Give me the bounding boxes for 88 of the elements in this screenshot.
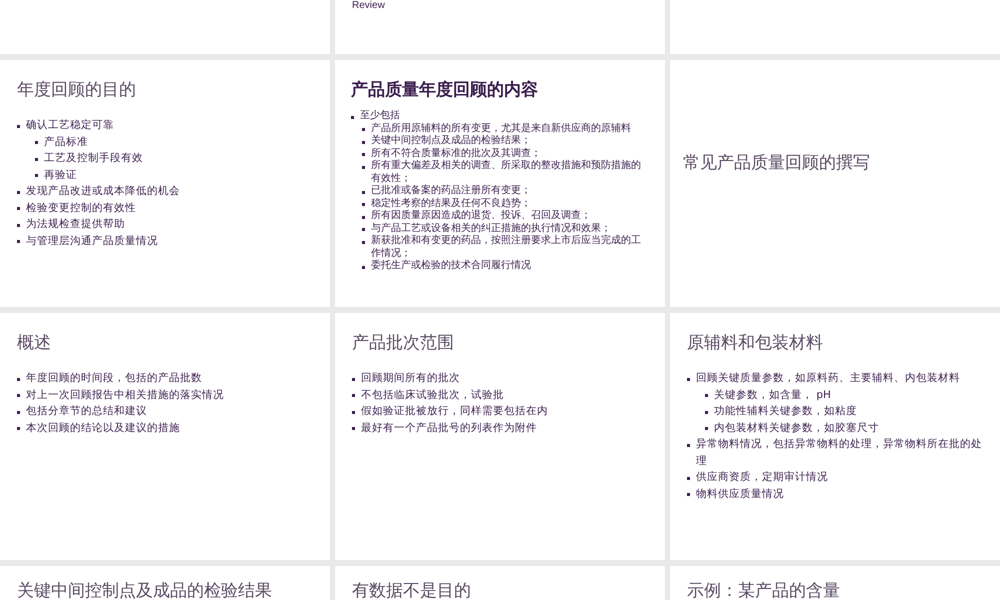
bullet-icon (687, 493, 690, 496)
bullet-icon (362, 128, 365, 132)
bullet-text: 回顾期间所有的批次 (361, 371, 460, 386)
bullet-text: 新获批准和有变更的药品，按照注册要求上市后应当完成的工作情况； (371, 235, 642, 260)
bullet-text: 所有因质量原因造成的退货、投诉、召回及调查； (371, 210, 591, 222)
bullet-icon (352, 378, 355, 381)
slide[interactable]: 常见产品质量回顾的撰写 (670, 60, 1000, 307)
bullet-text: 委托生产或检验的技术合同履行情况 (371, 260, 531, 273)
bullet-icon (362, 140, 365, 144)
bullet-icon (362, 153, 365, 156)
bullet-text: 包括分章节的总结和建议 (26, 404, 147, 420)
bullet-icon (687, 444, 690, 447)
bullet-text: 至少包括 (360, 110, 400, 122)
bullet-text: 所有不符合质量标准的批次及其调查； (371, 148, 541, 160)
bullet-text: 关键参数，如含量， pH (714, 388, 831, 403)
bullet-text: 为法规检查提供帮助 (26, 217, 125, 232)
slide[interactable]: 有数据不是目的 (335, 566, 665, 600)
bullet-text: 与产品工艺或设备相关的纠正措施的执行情况和效果； (371, 222, 611, 234)
bullet-text: 功能性辅料关键参数，如粘度 (714, 404, 857, 420)
bullet-text: 发现产品改进或成本降低的机会 (26, 184, 180, 200)
slide-title: 年度回顾的目的 (17, 80, 137, 100)
bullet-text: 回顾关键质量参数，如原料药、主要辅料、内包装材料 (696, 371, 960, 386)
bullet-text: 再验证 (44, 168, 77, 183)
slide[interactable]: Review (335, 0, 665, 54)
bullet-text: 内包装材料关键参数，如胶塞尺寸 (714, 420, 879, 436)
bullet-icon (17, 410, 20, 414)
bullet-text: 关键中间控制点及成品的检验结果； (371, 135, 531, 148)
bullet-text: 检验变更控制的有效性 (26, 200, 136, 216)
bullet-icon (352, 427, 355, 430)
bullet-icon (352, 394, 355, 398)
slide-title: 常见产品质量回顾的撰写 (683, 153, 871, 174)
bullet-icon (17, 378, 20, 381)
bullet-icon (687, 378, 690, 381)
slide-text: Review (352, 0, 386, 11)
slide[interactable] (335, 60, 665, 307)
bullet-text: 物料供应质量情况 (696, 486, 784, 502)
bullet-text: 稳定性考察的结果及任何不良趋势； (371, 198, 531, 210)
slide-title: 原辅料和包装材料 (687, 333, 824, 354)
bullet-icon (17, 207, 20, 210)
slide[interactable]: 关键中间控制点及成品的检验结果 (0, 566, 330, 600)
bullet-icon (362, 216, 365, 219)
slide-title: 产品质量年度回顾的内容 (351, 80, 539, 100)
slide[interactable]: 示例：某产品的含量 (670, 566, 1000, 600)
bullet-icon (351, 116, 354, 119)
bullet-icon (362, 203, 365, 206)
bullet-text: 供应商资质，定期审计情况 (696, 470, 828, 486)
bullet-icon (362, 228, 365, 232)
bullet-icon (362, 240, 365, 244)
slide-title: 产品批次范围 (352, 333, 455, 354)
slide-title: 有数据不是目的 (352, 581, 472, 600)
bullet-text: 本次回顾的结论以及建议的措施 (26, 420, 180, 436)
bullet-icon (687, 476, 690, 480)
bullet-icon (352, 410, 355, 414)
bullet-text: 所有重大偏差及相关的调查、所采取的整改措施和预防措施的有效性； (371, 160, 642, 184)
bullet-text: 产品标准 (44, 134, 88, 150)
bullet-icon (17, 240, 20, 244)
bullet-text: 对上一次回顾报告中相关措施的落实情况 (26, 388, 224, 403)
bullet-icon (17, 190, 20, 194)
slide[interactable]: 原辅料和包装材料 回顾关键质量参数，如原料药、主要辅料、内包装材料 关键参数，如含量， pH 功能性辅料关键参数，如粘度 内包装材料关键参数，如胶塞尺寸 异常物料情况，包括异常物料的处理，异常物料所在批的处理 供应商资质，定期审计情况 物料供应质量情况 (670, 313, 1000, 560)
slide-title: 概述 (17, 333, 52, 354)
bullet-text: 年度回顾的时间段，包括的产品批数 (26, 371, 202, 386)
bullet-icon (17, 124, 20, 128)
bullet-text: 产品所用原辅料的所有变更，尤其是来自新供应商的原辅料 (371, 122, 631, 134)
bullet-icon (362, 166, 365, 169)
bullet-text: 与管理层沟通产品质量情况 (26, 234, 158, 249)
bullet-icon (35, 158, 38, 161)
slide-title: 示例：某产品的含量 (687, 581, 841, 600)
bullet-text: 不包括临床试验批次，试验批 (361, 388, 504, 403)
bullet-text: 工艺及控制手段有效 (44, 151, 143, 166)
bullet-icon (35, 174, 38, 178)
bullet-icon (705, 410, 708, 414)
bullet-text: 已批准或备案的药品注册所有变更； (371, 185, 531, 198)
bullet-icon (362, 266, 365, 269)
slide[interactable]: 概述 年度回顾的时间段，包括的产品批数 对上一次回顾报告中相关措施的落实情况 包括分章节的总结和建议 本次回顾的结论以及建议的措施 (0, 313, 330, 560)
bullet-icon (705, 394, 708, 398)
bullet-text: 确认工艺稳定可靠 (26, 118, 114, 134)
slide-title: 关键中间控制点及成品的检验结果 (17, 581, 273, 600)
bullet-text: 最好有一个产品批号的列表作为附件 (361, 420, 537, 436)
bullet-icon (362, 190, 365, 194)
bullet-text: 假如验证批被放行，同样需要包括在内 (361, 404, 548, 420)
bullet-icon (17, 224, 20, 227)
bullet-text: 异常物料情况，包括异常物料的处理，异常物料所在批的处理 (696, 437, 983, 469)
bullet-icon (705, 427, 708, 430)
bullet-icon (17, 427, 20, 430)
slide[interactable]: 年度回顾的目的 确认工艺稳定可靠 产品标准 工艺及控制手段有效 再验证 发现产品改进或成本降低的机会 检验变更控制的有效性 为法规检查提供帮助 与管理层沟通产品质量情况 (0, 60, 330, 307)
slide[interactable]: 产品批次范围 回顾期间所有的批次 不包括临床试验批次，试验批 假如验证批被放行，同样需要包括在内 最好有一个产品批号的列表作为附件 (335, 313, 665, 560)
bullet-icon (35, 141, 38, 144)
bullet-icon (17, 394, 20, 398)
